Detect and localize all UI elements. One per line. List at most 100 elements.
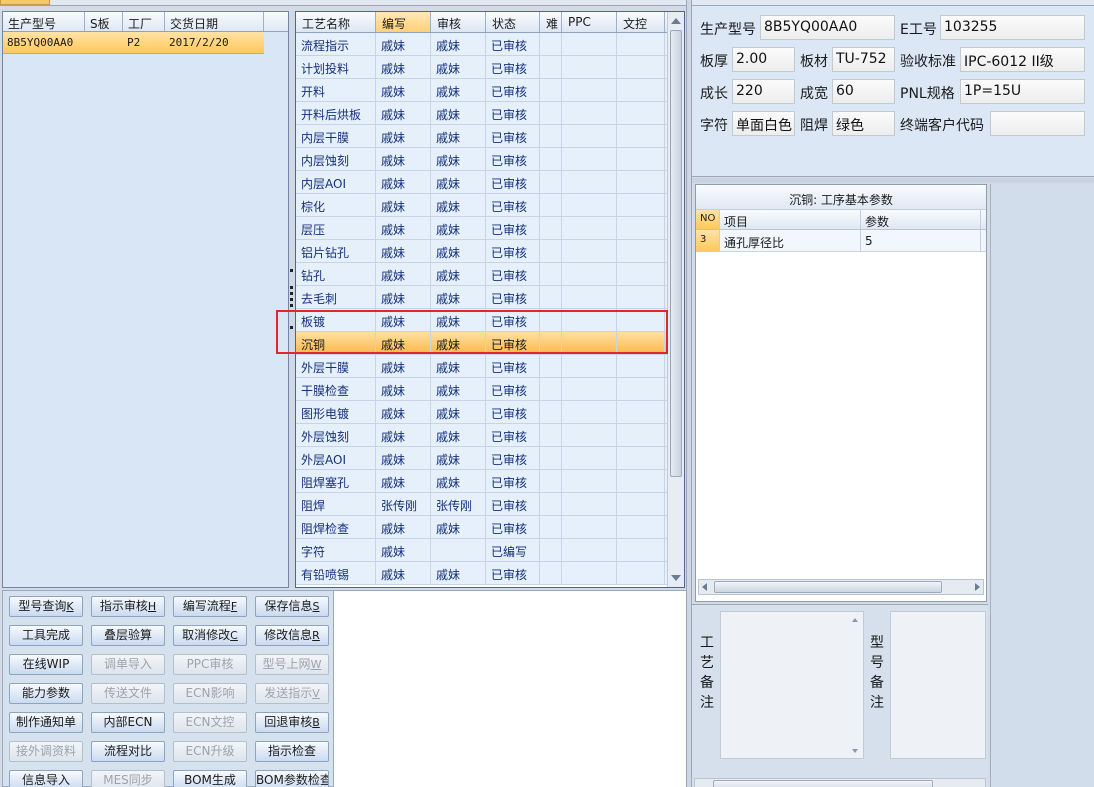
action-button-22[interactable]: ECN升级 <box>173 741 247 762</box>
action-button-25[interactable]: MES同步 <box>91 770 165 787</box>
scroll-thumb[interactable] <box>713 780 933 787</box>
table-row[interactable]: 流程指示 戚妹 戚妹 已审核 <box>296 33 684 56</box>
column-header-no[interactable]: NO <box>696 210 720 229</box>
table-row[interactable]: 开料后烘板 戚妹 戚妹 已审核 <box>296 102 684 125</box>
model-remark-field[interactable] <box>890 611 986 759</box>
action-button-2[interactable]: 编写流程F <box>173 596 247 617</box>
process-remark-field[interactable] <box>720 611 864 759</box>
table-row[interactable]: 计划投料 戚妹 戚妹 已审核 <box>296 56 684 79</box>
selected-table-row[interactable]: 沉铜 戚妹 戚妹 已审核 <box>296 332 684 355</box>
cell-process-name: 铝片钻孔 <box>296 240 376 262</box>
scroll-left-arrow[interactable] <box>702 583 707 591</box>
column-header-model[interactable]: 生产型号 <box>3 12 85 31</box>
table-row[interactable]: 内层蚀刻 戚妹 戚妹 已审核 <box>296 148 684 171</box>
table-row[interactable]: 外层干膜 戚妹 戚妹 已审核 <box>296 355 684 378</box>
action-button-20[interactable]: 接外调资料 <box>9 741 83 762</box>
field-model[interactable]: 8B5YQ00AA0 <box>760 15 895 40</box>
action-button-11[interactable]: 型号上网W <box>255 654 329 675</box>
cell-writer: 张传刚 <box>376 493 431 515</box>
action-button-26[interactable]: BOM生成 <box>173 770 247 787</box>
action-button-21[interactable]: 流程对比 <box>91 741 165 762</box>
action-button-18[interactable]: ECN文控 <box>173 712 247 733</box>
action-button-16[interactable]: 制作通知单 <box>9 712 83 733</box>
field-pnl[interactable]: 1P=15U <box>960 79 1085 104</box>
column-header-difficulty[interactable]: 难 <box>540 12 562 32</box>
action-button-23[interactable]: 指示检查 <box>255 741 329 762</box>
scroll-thumb[interactable] <box>714 581 942 593</box>
action-button-19[interactable]: 回退审核B <box>255 712 329 733</box>
column-header-ppc[interactable]: PPC <box>562 12 617 32</box>
field-solder-mask[interactable]: 绿色 <box>832 111 895 136</box>
model-info-panel: 生产型号 8B5YQ00AA0 E工号 103255 板厚 2.00 板材 TU… <box>692 6 1094 177</box>
scroll-right-arrow[interactable] <box>975 583 980 591</box>
remarks-hscrollbar[interactable] <box>694 778 986 787</box>
action-button-3[interactable]: 保存信息S <box>255 596 329 617</box>
action-button-4[interactable]: 工具完成 <box>9 625 83 646</box>
table-row[interactable]: 外层蚀刻 戚妹 戚妹 已审核 <box>296 424 684 447</box>
action-button-17[interactable]: 内部ECN <box>91 712 165 733</box>
action-button-9[interactable]: 调单导入 <box>91 654 165 675</box>
field-length[interactable]: 220 <box>732 79 795 104</box>
field-customer-code[interactable] <box>990 111 1085 136</box>
cell-doc-control <box>617 79 665 101</box>
action-button-8[interactable]: 在线WIP <box>9 654 83 675</box>
column-header-date[interactable]: 交货日期 <box>165 12 264 31</box>
scroll-down-arrow[interactable] <box>671 575 681 581</box>
table-row[interactable]: 棕化 戚妹 戚妹 已审核 <box>296 194 684 217</box>
field-standard[interactable]: IPC-6012 II级 <box>960 47 1085 72</box>
process-grid-vscrollbar[interactable] <box>667 12 684 587</box>
action-button-27[interactable]: BOM参数检查 <box>255 770 329 787</box>
param-hscrollbar[interactable] <box>698 579 984 595</box>
field-e-number[interactable]: 103255 <box>940 15 1085 40</box>
action-button-24[interactable]: 信息导入 <box>9 770 83 787</box>
column-header-reviewer[interactable]: 审核 <box>431 12 486 32</box>
table-row[interactable]: 板镀 戚妹 戚妹 已审核 <box>296 309 684 332</box>
table-row[interactable]: 8B5YQ00AA0 P2 2017/2/20 <box>3 32 264 54</box>
table-row[interactable]: 钻孔 戚妹 戚妹 已审核 <box>296 263 684 286</box>
table-row[interactable]: 阻焊塞孔 戚妹 戚妹 已审核 <box>296 470 684 493</box>
column-header-s-board[interactable]: S板 <box>85 12 123 31</box>
column-header-doc-control[interactable]: 文控 <box>617 12 665 32</box>
action-button-1[interactable]: 指示审核H <box>91 596 165 617</box>
field-material[interactable]: TU-752 <box>832 47 895 72</box>
action-button-12[interactable]: 能力参数 <box>9 683 83 704</box>
table-row[interactable]: 阻焊 张传刚 张传刚 已审核 <box>296 493 684 516</box>
active-top-tab[interactable] <box>0 0 50 5</box>
table-row[interactable]: 3 通孔厚径比 5 <box>696 230 986 252</box>
table-row[interactable]: 外层AOI 戚妹 戚妹 已审核 <box>296 447 684 470</box>
action-button-0[interactable]: 型号查询K <box>9 596 83 617</box>
action-button-13[interactable]: 传送文件 <box>91 683 165 704</box>
column-header-value[interactable]: 参数 <box>861 210 981 229</box>
table-row[interactable]: 内层干膜 戚妹 戚妹 已审核 <box>296 125 684 148</box>
cell-difficulty <box>540 309 562 331</box>
scroll-up-arrow[interactable] <box>671 18 681 24</box>
table-row[interactable]: 阻焊检查 戚妹 戚妹 已审核 <box>296 516 684 539</box>
table-row[interactable]: 铝片钻孔 戚妹 戚妹 已审核 <box>296 240 684 263</box>
field-thickness[interactable]: 2.00 <box>732 47 795 72</box>
action-button-15[interactable]: 发送指示V <box>255 683 329 704</box>
scroll-thumb[interactable] <box>670 30 682 477</box>
column-header-writer[interactable]: 编写 <box>376 12 431 32</box>
action-button-14[interactable]: ECN影响 <box>173 683 247 704</box>
action-button-6[interactable]: 取消修改C <box>173 625 247 646</box>
column-header-factory[interactable]: 工厂 <box>123 12 165 31</box>
table-row[interactable]: 有铅喷锡 戚妹 戚妹 已审核 <box>296 562 684 585</box>
action-button-5[interactable]: 叠层验算 <box>91 625 165 646</box>
table-row[interactable]: 层压 戚妹 戚妹 已审核 <box>296 217 684 240</box>
table-row[interactable]: 图形电镀 戚妹 戚妹 已审核 <box>296 401 684 424</box>
action-button-10[interactable]: PPC审核 <box>173 654 247 675</box>
field-character[interactable]: 单面白色 <box>732 111 795 136</box>
column-header-item[interactable]: 项目 <box>720 210 861 229</box>
field-width[interactable]: 60 <box>832 79 895 104</box>
table-row[interactable]: 内层AOI 戚妹 戚妹 已审核 <box>296 171 684 194</box>
cell-reviewer: 戚妹 <box>431 240 486 262</box>
table-row[interactable]: 干膜检查 戚妹 戚妹 已审核 <box>296 378 684 401</box>
action-button-7[interactable]: 修改信息R <box>255 625 329 646</box>
scroll-down-arrow[interactable] <box>852 749 858 753</box>
table-row[interactable]: 去毛刺 戚妹 戚妹 已审核 <box>296 286 684 309</box>
column-header-status[interactable]: 状态 <box>486 12 540 32</box>
table-row[interactable]: 开料 戚妹 戚妹 已审核 <box>296 79 684 102</box>
scroll-up-arrow[interactable] <box>852 618 858 622</box>
table-row[interactable]: 字符 戚妹 已编写 <box>296 539 684 562</box>
column-header-process-name[interactable]: 工艺名称 <box>296 12 376 32</box>
